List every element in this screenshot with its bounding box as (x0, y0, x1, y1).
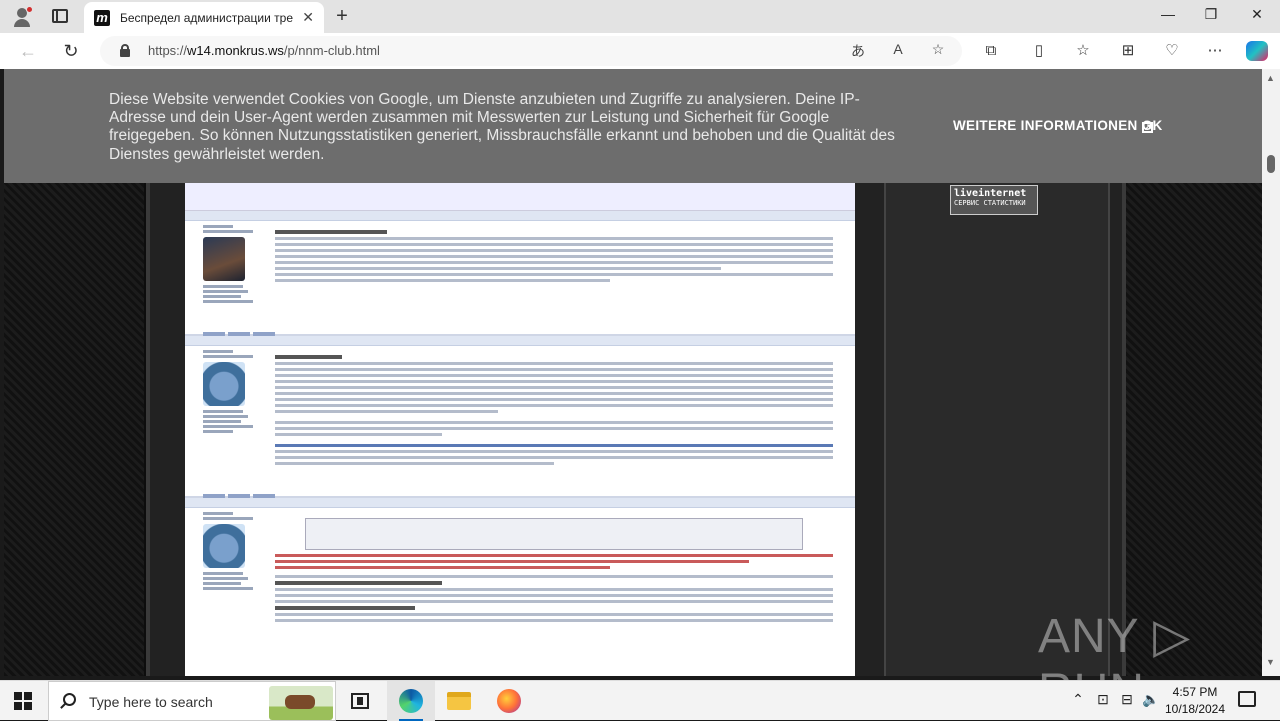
forum-screenshot-image (185, 181, 855, 676)
search-icon (63, 693, 76, 706)
liveinternet-counter[interactable]: liveinternet СЕРВИС СТАТИСТИКИ (950, 185, 1038, 215)
start-button[interactable] (14, 692, 32, 710)
minimize-button[interactable]: — (1148, 6, 1188, 22)
taskbar-search-box[interactable]: Type here to search (48, 681, 336, 721)
more-options-icon[interactable]: ⋯ (1204, 41, 1226, 61)
lock-icon[interactable] (120, 44, 130, 57)
scrollbar-thumb[interactable] (1267, 155, 1275, 173)
forum-post (185, 211, 855, 337)
edge-icon (399, 689, 423, 713)
tab-close-icon[interactable]: ✕ (302, 9, 314, 26)
page-scrollbar[interactable]: ▲ ▼ (1262, 69, 1280, 676)
firefox-icon (497, 689, 521, 713)
refresh-button[interactable]: ↻ (60, 40, 82, 62)
cookie-ok-button[interactable]: OK (1142, 118, 1162, 133)
more-information-link[interactable]: WEITERE INFORMATIONEN ↗ (953, 118, 1153, 133)
maximize-button[interactable]: ❐ (1191, 6, 1231, 23)
taskbar-file-explorer[interactable] (435, 681, 483, 721)
network-icon[interactable]: ⊟ (1116, 691, 1138, 708)
tab-title: Беспредел администрации тре (120, 10, 294, 25)
avatar (203, 524, 245, 568)
tab-actions-icon[interactable] (52, 9, 68, 23)
profile-button[interactable] (10, 5, 34, 29)
forum-post (185, 336, 855, 499)
favorites-icon[interactable]: ☆ (1072, 41, 1094, 61)
avatar (203, 237, 245, 281)
read-aloud-icon[interactable]: A (888, 41, 908, 57)
search-placeholder: Type here to search (89, 694, 213, 710)
back-button[interactable]: ← (17, 40, 39, 62)
device-icon[interactable]: ⊡ (1092, 691, 1114, 708)
translate-icon[interactable]: あ (848, 41, 868, 61)
taskbar-firefox[interactable] (485, 681, 533, 721)
quote-block (305, 518, 803, 550)
notifications-icon[interactable] (1238, 691, 1256, 707)
extensions-icon[interactable]: ⧉ (980, 41, 1002, 61)
tab-strip: m Беспредел администрации тре ✕ + — ❐ ✕ (0, 0, 1280, 33)
collections-icon[interactable]: ⊞ (1117, 41, 1139, 61)
avatar (203, 362, 245, 406)
close-window-button[interactable]: ✕ (1237, 6, 1277, 23)
forum-post (185, 498, 855, 676)
volume-icon[interactable]: 🔈 (1140, 691, 1162, 708)
cookie-consent-banner: Diese Website verwendet Cookies von Goog… (4, 69, 1262, 183)
url-text[interactable]: https://w14.monkrus.ws/p/nnm-club.html (148, 43, 380, 58)
windows-taskbar: Type here to search ⌃ ⊡ ⊟ 🔈 4:57 PM 10/1… (0, 680, 1280, 721)
task-view-icon (351, 693, 369, 709)
browser-toolbar: ← ↻ https://w14.monkrus.ws/p/nnm-club.ht… (0, 33, 1280, 69)
task-view-button[interactable] (336, 681, 384, 721)
active-tab[interactable]: m Беспредел администрации тре ✕ (84, 2, 324, 33)
show-hidden-icons[interactable]: ⌃ (1067, 691, 1089, 708)
folder-icon (447, 692, 471, 710)
favorite-star-icon[interactable]: ☆ (928, 41, 948, 58)
new-tab-button[interactable]: + (332, 5, 352, 28)
taskbar-edge[interactable] (387, 681, 435, 721)
cookie-notice-text: Diese Website verwendet Cookies von Goog… (109, 91, 895, 163)
split-screen-icon[interactable]: ▯ (1028, 41, 1050, 61)
copilot-icon[interactable] (1246, 41, 1268, 61)
scroll-up-icon[interactable]: ▲ (1266, 73, 1275, 83)
browser-essentials-icon[interactable]: ♡ (1161, 41, 1183, 61)
address-bar[interactable]: https://w14.monkrus.ws/p/nnm-club.html あ… (100, 36, 962, 66)
search-highlight-image (269, 686, 333, 720)
taskbar-clock[interactable]: 4:57 PM 10/18/2024 (1160, 684, 1230, 718)
site-favicon-icon: m (94, 9, 110, 26)
